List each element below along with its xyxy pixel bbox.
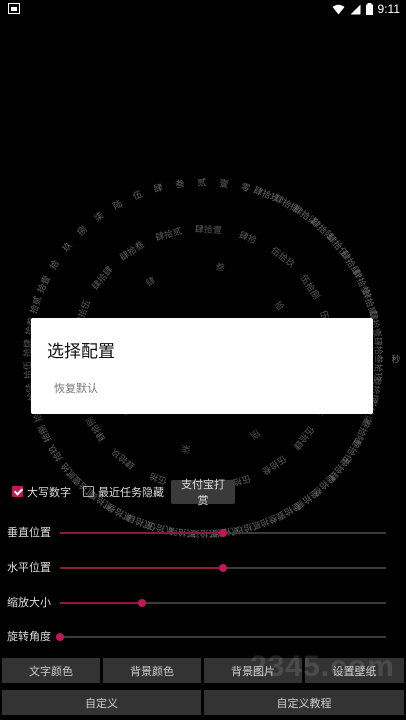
rotation-slider-row: 旋转角度: [0, 620, 406, 654]
signal-icon: [350, 4, 361, 14]
horizontal-position-slider-row: 水平位置: [0, 551, 406, 585]
option-row: 大写数字 最近任务隐藏 支付宝打赏: [0, 478, 406, 507]
slider-thumb[interactable]: [219, 529, 227, 537]
wifi-icon: [332, 4, 345, 14]
slider-fill: [60, 567, 223, 569]
customize-button[interactable]: 自定义: [2, 690, 201, 715]
slider-thumb[interactable]: [56, 633, 64, 641]
slider-label: 旋转角度: [7, 630, 51, 643]
rotation-slider[interactable]: [56, 633, 386, 641]
uppercase-digits-label[interactable]: 大写数字: [27, 484, 71, 500]
status-bar: 9:11: [0, 0, 406, 18]
status-bar-right: 9:11: [332, 2, 400, 16]
slider-thumb[interactable]: [137, 599, 146, 607]
horizontal-position-slider[interactable]: [60, 564, 386, 572]
scale-slider[interactable]: [60, 599, 386, 607]
alipay-donate-button[interactable]: 支付宝打赏: [171, 479, 235, 507]
uppercase-digits-checkbox[interactable]: [12, 486, 23, 497]
status-time: 9:11: [377, 2, 400, 16]
hide-recent-tasks-checkbox[interactable]: [83, 486, 94, 497]
slider-label: 水平位置: [7, 561, 51, 574]
slider-thumb[interactable]: [219, 564, 227, 572]
background-color-button[interactable]: 背景颜色: [103, 658, 201, 683]
slider-label: 缩放大小: [7, 596, 51, 609]
slider-fill: [60, 532, 223, 534]
hide-recent-tasks-label[interactable]: 最近任务隐藏: [98, 484, 164, 500]
customize-tutorial-button[interactable]: 自定义教程: [204, 690, 404, 715]
watermark-logo: 2345.com: [250, 650, 395, 683]
text-color-button[interactable]: 文字颜色: [2, 658, 100, 683]
select-config-dialog: 选择配置 恢复默认: [31, 318, 373, 414]
slider-fill: [60, 602, 142, 604]
button-row-2: 自定义 自定义教程: [0, 690, 406, 717]
image-notification-icon: [8, 3, 20, 14]
scale-slider-row: 缩放大小: [0, 586, 406, 620]
dialog-title: 选择配置: [47, 342, 115, 362]
vertical-position-slider-row: 垂直位置: [0, 516, 406, 550]
slider-label: 垂直位置: [7, 526, 51, 539]
restore-default-option[interactable]: 恢复默认: [54, 380, 98, 396]
vertical-position-slider[interactable]: [60, 529, 386, 537]
battery-icon: [365, 3, 373, 15]
